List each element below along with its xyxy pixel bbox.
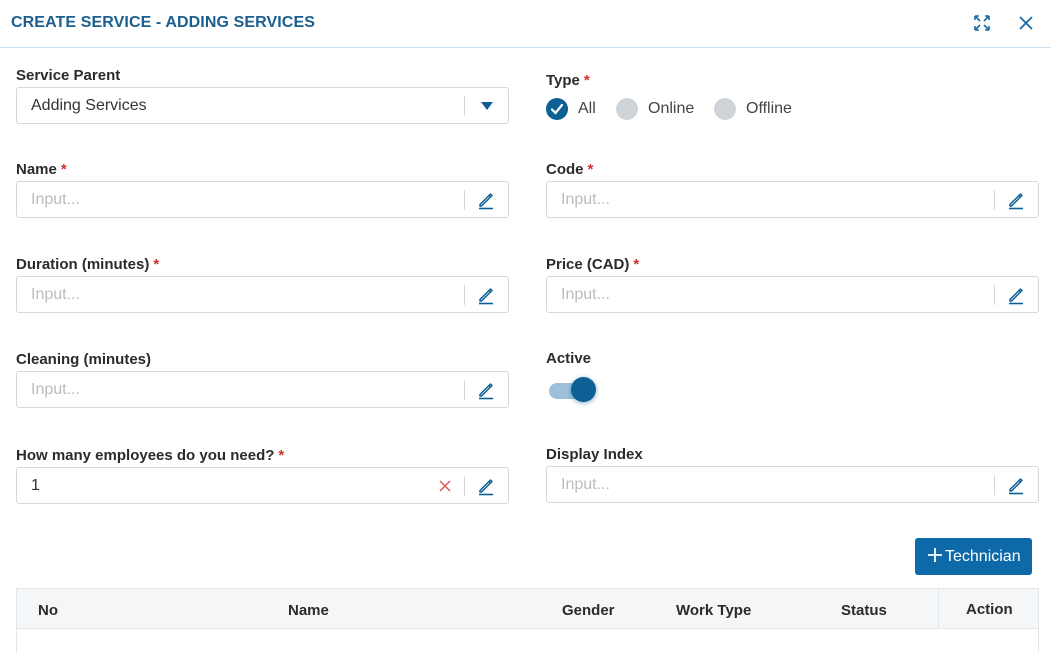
pencil-icon[interactable] [476, 190, 496, 210]
code-input[interactable] [547, 182, 987, 217]
display-index-label: Display Index [546, 446, 643, 463]
expand-icon[interactable] [972, 13, 992, 33]
active-label: Active [546, 350, 592, 367]
service-parent-label: Service Parent [16, 67, 121, 84]
cleaning-box [16, 371, 509, 408]
display-index-input[interactable] [547, 467, 987, 502]
separator [994, 190, 995, 210]
pencil-icon[interactable] [1006, 190, 1026, 210]
caret-down-icon[interactable] [479, 100, 495, 112]
radio-unchecked [714, 98, 736, 120]
clear-x-icon[interactable] [437, 478, 453, 494]
price-label: Price (CAD) * [546, 256, 640, 273]
dialog-header: CREATE SERVICE - ADDING SERVICES [0, 0, 1051, 48]
column-header-status: Status [841, 602, 887, 619]
service-parent-value: Adding Services [31, 97, 147, 114]
code-box [546, 181, 1039, 218]
service-parent-select[interactable]: Adding Services [16, 87, 509, 124]
pencil-icon[interactable] [1006, 475, 1026, 495]
column-header-name: Name [288, 602, 329, 619]
column-header-action: Action [966, 601, 1013, 618]
radio-unchecked [616, 98, 638, 120]
technician-table-body [16, 629, 1039, 652]
name-box [16, 181, 509, 218]
active-toggle[interactable] [549, 376, 597, 404]
column-header-gender: Gender [562, 602, 615, 619]
employees-box [16, 467, 509, 504]
pencil-icon[interactable] [476, 285, 496, 305]
separator [994, 475, 995, 495]
code-label: Code * [546, 161, 594, 178]
employees-label: How many employees do you need? * [16, 447, 285, 464]
price-box [546, 276, 1039, 313]
plus-icon [926, 546, 944, 569]
duration-label: Duration (minutes) * [16, 256, 160, 273]
duration-input[interactable] [17, 277, 457, 312]
type-label: Type * [546, 72, 590, 89]
separator [464, 285, 465, 305]
separator [464, 96, 465, 116]
pencil-icon[interactable] [476, 380, 496, 400]
add-technician-button[interactable]: Technician [915, 538, 1032, 575]
column-divider [938, 589, 939, 628]
column-header-work-type: Work Type [676, 602, 752, 619]
pencil-icon[interactable] [1006, 285, 1026, 305]
separator [994, 285, 995, 305]
price-input[interactable] [547, 277, 987, 312]
separator [464, 476, 465, 496]
pencil-icon[interactable] [476, 476, 496, 496]
separator [464, 190, 465, 210]
display-index-box [546, 466, 1039, 503]
separator [464, 380, 465, 400]
radio-checked [546, 98, 568, 120]
cleaning-label: Cleaning (minutes) [16, 351, 152, 368]
check-icon [550, 103, 564, 115]
duration-box [16, 276, 509, 313]
name-input[interactable] [17, 182, 457, 217]
name-label: Name * [16, 161, 67, 178]
toggle-knob [571, 377, 596, 402]
column-header-no: No [38, 602, 58, 619]
employees-input[interactable] [17, 468, 457, 503]
dialog-title: CREATE SERVICE - ADDING SERVICES [11, 14, 315, 31]
technician-table-header: No Name Gender Work Type Status Action [16, 588, 1039, 629]
cleaning-input[interactable] [17, 372, 457, 407]
close-icon[interactable] [1016, 13, 1036, 33]
